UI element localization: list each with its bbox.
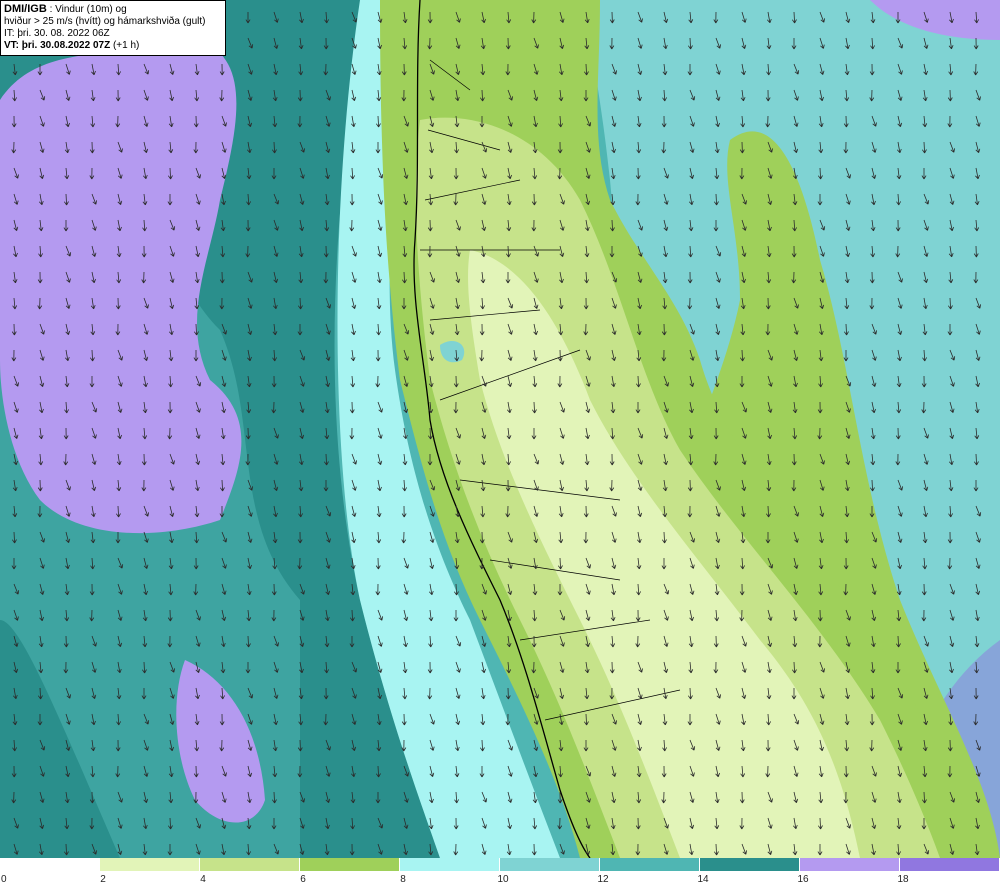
legend-swatch xyxy=(600,858,700,871)
wind-map xyxy=(0,0,1000,858)
legend-tick-label: 4 xyxy=(200,874,206,885)
legend-swatch xyxy=(0,858,100,871)
legend-tick-label: 10 xyxy=(497,874,509,885)
legend-swatch xyxy=(200,858,300,871)
legend-swatch xyxy=(400,858,500,871)
legend-swatch xyxy=(500,858,600,871)
legend-swatch xyxy=(300,858,400,871)
legend-tick-label: 14 xyxy=(697,874,709,885)
legend-tick-label: 12 xyxy=(597,874,609,885)
legend-tick-label: 0 xyxy=(1,874,7,885)
legend-swatch xyxy=(800,858,900,871)
product-name: DMI/IGB xyxy=(4,3,47,15)
legend-tick-label: 6 xyxy=(300,874,306,885)
legend-tick-label: 18 xyxy=(897,874,909,885)
product-description: : Vindur (10m) og xyxy=(49,4,127,15)
gust-description: hviður > 25 m/s (hvítt) og hámarkshviða … xyxy=(4,16,206,27)
issue-time: IT: þri. 30. 08. 2022 06Z xyxy=(4,28,110,39)
color-scale-legend: 0 2 4 6 8 10 12 14 16 18 xyxy=(0,858,1000,887)
lead-time: (+1 h) xyxy=(112,40,140,51)
legend-swatch xyxy=(700,858,800,871)
map-info-box: DMI/IGB : Vindur (10m) og hviður > 25 m/… xyxy=(0,0,226,56)
legend-swatch xyxy=(100,858,200,871)
legend-tick-label: 2 xyxy=(100,874,106,885)
legend-tick-label: 8 xyxy=(400,874,406,885)
legend-tick-label: 16 xyxy=(797,874,809,885)
legend-swatch xyxy=(900,858,1000,871)
valid-time: VT: þri. 30.08.2022 07Z xyxy=(4,40,111,51)
